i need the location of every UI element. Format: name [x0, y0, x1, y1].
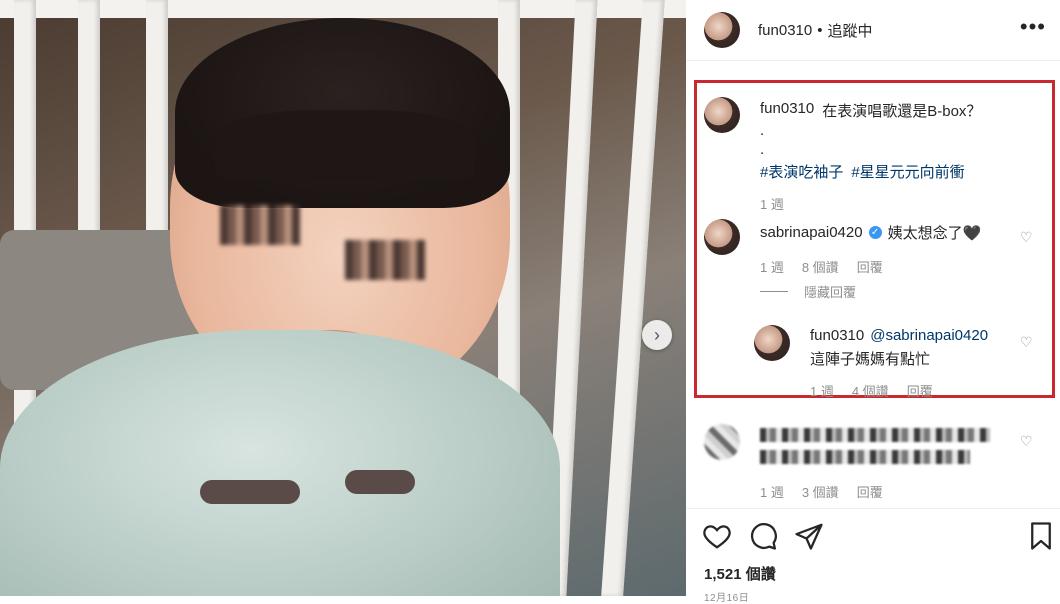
share-icon[interactable]: [794, 521, 824, 551]
comment-time: 1 週: [760, 485, 784, 500]
heart-icon[interactable]: ♡: [1020, 229, 1033, 246]
blurred-eye: [220, 205, 300, 245]
following-button[interactable]: 追蹤中: [828, 20, 873, 41]
pixelated-text: [760, 428, 990, 442]
reply-text: 這陣子媽媽有點忙: [810, 351, 931, 368]
comment-meta: 1 週 8 個讚 回覆: [760, 257, 883, 276]
verified-icon: ✓: [868, 226, 882, 239]
sweater-stripe: [345, 470, 415, 494]
caption-hashtags: #表演吃袖子 #星星元元向前衝: [760, 161, 965, 182]
blurred-eye: [345, 240, 425, 280]
like-count[interactable]: 1,521 個讚: [704, 563, 776, 584]
comment-icon[interactable]: [748, 521, 778, 551]
bookmark-icon[interactable]: [1026, 521, 1056, 551]
chevron-right-icon: ›: [654, 324, 660, 345]
reply-button[interactable]: 回覆: [857, 257, 883, 276]
sweater-stripe: [200, 480, 300, 504]
avatar[interactable]: [704, 97, 740, 133]
comment-username[interactable]: sabrinapai0420: [760, 224, 863, 241]
more-icon[interactable]: •••: [1020, 14, 1046, 40]
action-bar: 1,521 個讚 12月16日: [686, 508, 1060, 604]
baby-sweater: [0, 330, 560, 596]
post-header: fun0310 • 追蹤中 •••: [686, 0, 1060, 61]
reply-button[interactable]: 回覆: [907, 381, 933, 400]
divider-line: [760, 291, 788, 292]
reply-meta: 1 週 4 個讚 回覆: [810, 381, 933, 400]
avatar[interactable]: [704, 424, 740, 460]
caption-dot: .: [760, 122, 765, 139]
avatar[interactable]: [704, 12, 740, 48]
comment-likes[interactable]: 8 個讚: [802, 257, 839, 276]
hide-replies-toggle[interactable]: 隱藏回覆: [760, 282, 856, 301]
heart-icon[interactable]: [702, 521, 732, 551]
heart-icon[interactable]: ♡: [1020, 334, 1033, 351]
crib-rail: [601, 0, 665, 596]
avatar[interactable]: [754, 325, 790, 361]
caption-dot: .: [760, 141, 765, 158]
separator-dot: •: [817, 21, 823, 39]
reply-username[interactable]: fun0310: [810, 327, 864, 344]
caption-time: 1 週: [760, 197, 784, 212]
post-date: 12月16日: [704, 593, 750, 604]
reply-button[interactable]: 回覆: [857, 482, 883, 501]
comment-text: 姨太想念了🖤: [887, 225, 982, 242]
pixelated-text: [760, 450, 970, 464]
avatar[interactable]: [704, 219, 740, 255]
pixelated-comment: [760, 450, 970, 469]
hashtag-link[interactable]: #星星元元向前衝: [851, 161, 964, 182]
caption: fun0310 在表演唱歌還是B-box？: [760, 100, 981, 121]
post-username[interactable]: fun0310: [758, 22, 812, 39]
post-photo: ›: [0, 0, 686, 596]
hashtag-link[interactable]: #表演吃袖子: [760, 161, 843, 182]
reply-comment: fun0310 @sabrinapai0420: [810, 327, 988, 344]
mention-link[interactable]: @sabrinapai0420: [870, 327, 988, 344]
reply-time: 1 週: [810, 384, 834, 399]
pixelated-comment: [760, 428, 990, 447]
comment-likes[interactable]: 3 個讚: [802, 482, 839, 501]
post-side-panel: fun0310 • 追蹤中 ••• fun0310 在表演唱歌還是B-box？ …: [686, 0, 1060, 604]
comment-time: 1 週: [760, 260, 784, 275]
next-photo-button[interactable]: ›: [642, 320, 672, 350]
comment: sabrinapai0420 ✓ 姨太想念了🖤: [760, 222, 981, 243]
comment-meta: 1 週 3 個讚 回覆: [760, 482, 883, 501]
baby-fringe: [215, 110, 475, 180]
heart-icon[interactable]: ♡: [1020, 433, 1033, 450]
reply-likes[interactable]: 4 個讚: [852, 381, 889, 400]
caption-text: 在表演唱歌還是B-box？: [822, 103, 982, 120]
caption-username[interactable]: fun0310: [760, 100, 814, 121]
hide-replies-label: 隱藏回覆: [804, 285, 857, 300]
